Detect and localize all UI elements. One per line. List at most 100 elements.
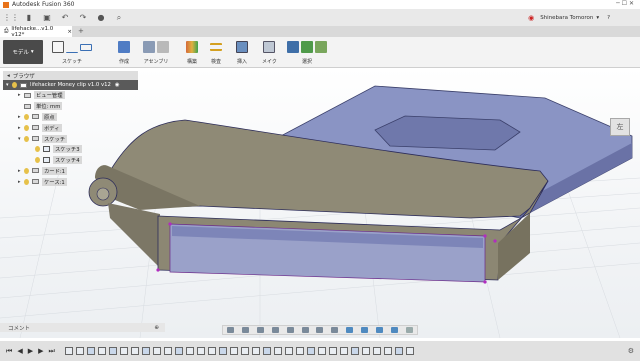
component-icon[interactable] xyxy=(143,41,155,53)
browser-item[interactable]: スケッチ4 xyxy=(3,155,138,166)
plane-icon[interactable] xyxy=(186,41,198,53)
timeline-feature[interactable] xyxy=(119,347,128,355)
pan-icon[interactable] xyxy=(256,327,264,333)
file-icon[interactable]: ▮ xyxy=(24,13,34,22)
timeline-feature[interactable] xyxy=(196,347,205,355)
timeline-feature[interactable] xyxy=(229,347,238,355)
document-tab[interactable]: ⎙ lifehacke...v1.0 v12* × xyxy=(0,26,72,38)
ribbon-group-sketch[interactable]: スケッチ xyxy=(52,39,92,67)
ribbon-group-select[interactable]: 選択 xyxy=(287,39,327,67)
rectangle-icon[interactable] xyxy=(80,43,92,51)
timeline-feature[interactable] xyxy=(383,347,392,355)
user-dropdown-icon[interactable]: ▾ xyxy=(596,15,599,21)
create-sketch-icon[interactable] xyxy=(52,41,64,53)
timeline-feature[interactable] xyxy=(361,347,370,355)
visibility-bulb-icon[interactable] xyxy=(35,157,40,164)
timeline-feature[interactable] xyxy=(64,347,73,355)
extrude-icon[interactable] xyxy=(118,41,130,53)
ribbon-group-construct[interactable]: 構築 xyxy=(186,39,198,67)
timeline-feature[interactable] xyxy=(328,347,337,355)
timeline-feature[interactable] xyxy=(97,347,106,355)
view-front-icon[interactable] xyxy=(346,327,354,333)
visibility-bulb-icon[interactable] xyxy=(24,124,29,131)
viewports-icon[interactable] xyxy=(331,327,339,333)
step-back-icon[interactable]: ◀ xyxy=(17,347,22,355)
window-select-icon[interactable] xyxy=(301,41,313,53)
timeline-feature[interactable] xyxy=(394,347,403,355)
visibility-bulb-icon[interactable] xyxy=(24,167,29,174)
browser-item[interactable]: ▸ ビュー管理 xyxy=(3,90,138,101)
comments-panel[interactable]: コメント ⊕ xyxy=(0,323,165,332)
browser-item[interactable]: ▸ カード:1 xyxy=(3,166,138,177)
joint-icon[interactable] xyxy=(157,41,169,53)
timeline-feature[interactable] xyxy=(251,347,260,355)
view-iso-icon[interactable] xyxy=(406,327,414,333)
ribbon-group-assemble[interactable]: アセンブリ xyxy=(143,39,169,67)
grid-settings-icon[interactable] xyxy=(316,327,324,333)
play-icon[interactable]: ▶ xyxy=(28,347,33,355)
skip-start-icon[interactable]: ⏮ xyxy=(6,347,12,356)
timeline-feature[interactable] xyxy=(185,347,194,355)
browser-item[interactable]: ▸ ケース:1 xyxy=(3,176,138,187)
user-name[interactable]: Shinebara Tomoron xyxy=(540,15,593,21)
add-tab-icon[interactable]: + xyxy=(78,27,84,35)
collapse-icon[interactable]: ◂ xyxy=(7,73,10,79)
timeline-feature[interactable] xyxy=(174,347,183,355)
undo-icon[interactable]: ↶ xyxy=(60,13,70,22)
help-icon[interactable]: ? xyxy=(607,15,610,21)
print-3d-icon[interactable] xyxy=(263,41,276,53)
visibility-bulb-icon[interactable] xyxy=(24,178,29,185)
orbit-icon[interactable] xyxy=(226,327,234,333)
browser-root[interactable]: ▾ lifehacker Money clip v1.0 v12 ◉ xyxy=(3,80,138,90)
look-at-icon[interactable] xyxy=(241,327,249,333)
ribbon-group-inspect[interactable]: 検査 xyxy=(210,39,222,67)
timeline-feature[interactable] xyxy=(273,347,282,355)
timeline-feature[interactable] xyxy=(317,347,326,355)
browser-item[interactable]: ▸ ボディ xyxy=(3,122,138,133)
viewcube[interactable]: 左 xyxy=(610,118,630,136)
browser-item[interactable]: ▾ スケッチ xyxy=(3,133,138,144)
save-icon[interactable]: ▣ xyxy=(42,13,52,22)
timeline-feature[interactable] xyxy=(218,347,227,355)
timeline-feature[interactable] xyxy=(350,347,359,355)
grid-icon[interactable]: ⋮⋮ xyxy=(3,13,19,22)
skip-end-icon[interactable]: ⏭ xyxy=(48,347,54,356)
timeline-feature[interactable] xyxy=(86,347,95,355)
browser-item[interactable]: 単位: mm xyxy=(3,101,138,112)
ribbon-group-insert[interactable]: 挿入 xyxy=(236,39,248,67)
view-top-icon[interactable] xyxy=(361,327,369,333)
timeline-feature[interactable] xyxy=(240,347,249,355)
timeline-feature[interactable] xyxy=(306,347,315,355)
redo-icon[interactable]: ↷ xyxy=(78,13,88,22)
record-icon[interactable]: ◉ xyxy=(528,14,534,22)
window-controls[interactable]: ─ ☐ ✕ xyxy=(616,0,634,7)
timeline-feature[interactable] xyxy=(163,347,172,355)
browser-item[interactable]: スケッチ3 xyxy=(3,144,138,155)
step-forward-icon[interactable]: ▶ xyxy=(38,347,43,355)
timeline-feature[interactable] xyxy=(75,347,84,355)
ribbon-group-create[interactable]: 作成 xyxy=(118,39,130,67)
line-icon[interactable] xyxy=(66,41,78,53)
visibility-bulb-icon[interactable] xyxy=(24,113,29,120)
visibility-bulb-icon[interactable] xyxy=(12,82,17,88)
workspace-switcher[interactable]: モデル ▾ xyxy=(3,40,43,64)
timeline-feature[interactable] xyxy=(262,347,271,355)
search-icon[interactable]: ⌕ xyxy=(114,13,124,22)
timeline-settings-icon[interactable]: ⚙ xyxy=(628,347,634,355)
timeline-feature[interactable] xyxy=(141,347,150,355)
display-settings-icon[interactable] xyxy=(301,327,309,333)
close-icon[interactable]: × xyxy=(67,29,72,35)
visibility-bulb-icon[interactable] xyxy=(24,135,29,142)
radio-icon[interactable]: ◉ xyxy=(115,82,120,88)
zoom-icon[interactable] xyxy=(271,327,279,333)
visibility-bulb-icon[interactable] xyxy=(35,146,40,153)
data-icon[interactable]: ● xyxy=(96,13,106,22)
timeline-feature[interactable] xyxy=(108,347,117,355)
timeline-feature[interactable] xyxy=(372,347,381,355)
timeline-feature[interactable] xyxy=(207,347,216,355)
view-right-icon[interactable] xyxy=(376,327,384,333)
timeline-feature[interactable] xyxy=(405,347,414,355)
fit-icon[interactable] xyxy=(286,327,294,333)
timeline-feature[interactable] xyxy=(152,347,161,355)
add-comment-icon[interactable]: ⊕ xyxy=(154,325,159,331)
